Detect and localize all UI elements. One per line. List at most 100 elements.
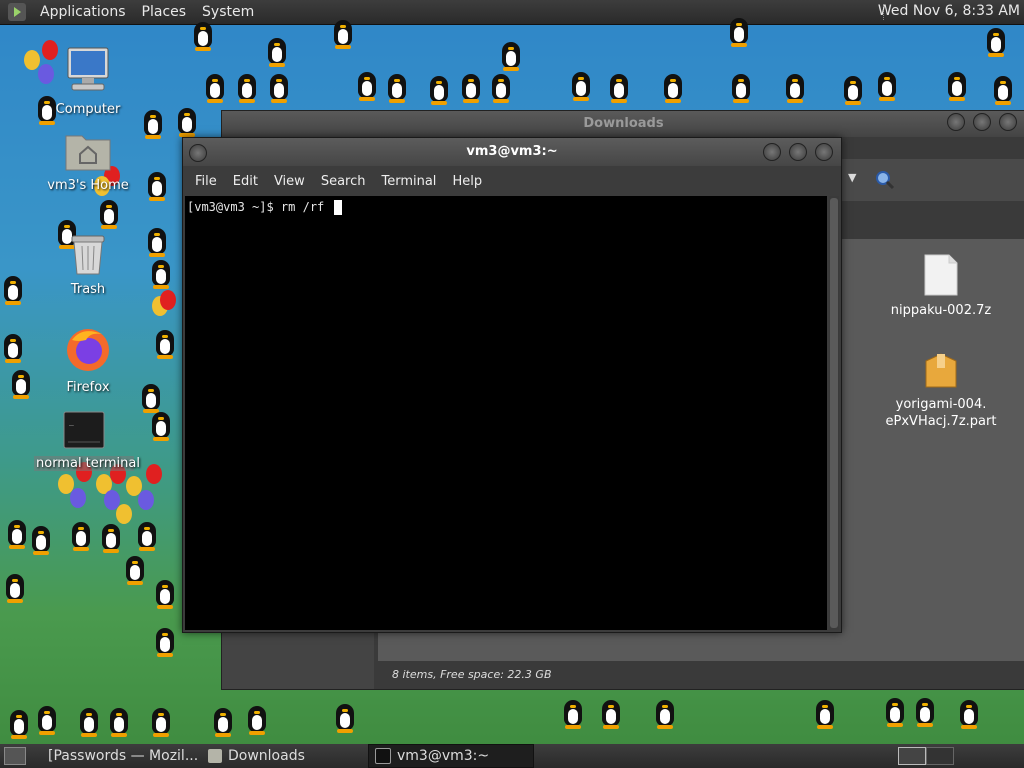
penguin-sprite bbox=[884, 698, 906, 728]
menu-terminal[interactable]: Terminal bbox=[373, 174, 444, 189]
penguin-sprite bbox=[332, 20, 354, 50]
menu-launcher-icon[interactable] bbox=[8, 3, 26, 21]
penguin-sprite bbox=[30, 526, 52, 556]
menu-view[interactable]: View bbox=[266, 174, 313, 189]
penguin-sprite bbox=[266, 38, 288, 68]
penguin-sprite bbox=[140, 384, 162, 414]
penguin-sprite bbox=[150, 260, 172, 290]
file-name: nippaku-002.7z bbox=[890, 303, 992, 318]
penguin-sprite bbox=[570, 72, 592, 102]
balloon-sprite bbox=[146, 464, 162, 484]
penguin-sprite bbox=[356, 72, 378, 102]
home-folder-icon bbox=[65, 135, 111, 171]
penguin-sprite bbox=[2, 334, 24, 364]
terminal-window[interactable]: vm3@vm3:~ File Edit View Search Terminal… bbox=[182, 137, 842, 633]
taskbar-item-firefox[interactable]: [Passwords — Mozil... bbox=[36, 745, 200, 767]
window-titlebar[interactable]: Downloads bbox=[222, 111, 1024, 137]
window-titlebar[interactable]: vm3@vm3:~ bbox=[183, 138, 841, 166]
system-menu[interactable]: System bbox=[194, 4, 262, 20]
penguin-sprite bbox=[728, 18, 750, 48]
taskbar-item-label: vm3@vm3:~ bbox=[397, 748, 490, 764]
desktop-icon-label: Firefox bbox=[66, 380, 110, 395]
penguin-sprite bbox=[730, 74, 752, 104]
penguin-sprite bbox=[6, 520, 28, 550]
penguin-sprite bbox=[70, 522, 92, 552]
terminal-prompt-line: [vm3@vm3 ~]$ rm /rf bbox=[187, 200, 332, 214]
menu-search[interactable]: Search bbox=[313, 174, 374, 189]
workspace-switcher[interactable] bbox=[926, 747, 954, 765]
desktop-icon-computer[interactable]: Computer bbox=[38, 46, 138, 117]
terminal-icon bbox=[375, 748, 391, 764]
firefox-icon bbox=[67, 329, 109, 371]
balloon-sprite bbox=[138, 490, 154, 510]
close-button[interactable] bbox=[815, 143, 833, 161]
close-button[interactable] bbox=[999, 113, 1017, 131]
penguin-sprite bbox=[268, 74, 290, 104]
applications-menu[interactable]: Applications bbox=[32, 4, 134, 20]
desktop-icon-home[interactable]: vm3's Home bbox=[38, 128, 138, 193]
package-icon bbox=[925, 353, 957, 388]
penguin-sprite bbox=[98, 200, 120, 230]
desktop-icon-label: Computer bbox=[55, 102, 121, 117]
balloon-sprite bbox=[70, 488, 86, 508]
penguin-sprite bbox=[154, 330, 176, 360]
top-panel: Applications Places System Wed Nov 6, 8:… bbox=[0, 0, 1024, 25]
scrollbar-thumb[interactable] bbox=[830, 198, 838, 628]
desktop-icon-terminal[interactable]: _ normal terminal bbox=[34, 410, 140, 471]
desktop-icon-trash[interactable]: Trash bbox=[38, 232, 138, 297]
search-icon[interactable] bbox=[874, 169, 896, 191]
penguin-sprite bbox=[876, 72, 898, 102]
file-icon bbox=[924, 254, 958, 296]
window-title: Downloads bbox=[583, 116, 664, 131]
computer-icon bbox=[67, 47, 109, 91]
penguin-sprite bbox=[490, 74, 512, 104]
penguin-sprite bbox=[500, 42, 522, 72]
menu-file[interactable]: File bbox=[187, 174, 225, 189]
penguin-sprite bbox=[108, 708, 130, 738]
desktop-icon-label: Trash bbox=[70, 282, 106, 297]
balloon-sprite bbox=[160, 290, 176, 310]
penguin-sprite bbox=[142, 110, 164, 140]
penguin-sprite bbox=[212, 708, 234, 738]
clock[interactable]: Wed Nov 6, 8:33 AM bbox=[878, 3, 1020, 19]
taskbar-item-terminal[interactable]: vm3@vm3:~ bbox=[368, 744, 534, 768]
penguin-sprite bbox=[8, 710, 30, 740]
file-name-line2: ePxVHacj.7z.part bbox=[885, 414, 997, 429]
penguin-sprite bbox=[100, 524, 122, 554]
penguin-sprite bbox=[842, 76, 864, 106]
window-menu-button[interactable] bbox=[189, 144, 207, 162]
penguin-sprite bbox=[914, 698, 936, 728]
taskbar-item-downloads[interactable]: Downloads bbox=[202, 745, 366, 767]
penguin-sprite bbox=[236, 74, 258, 104]
penguin-sprite bbox=[146, 172, 168, 202]
minimize-button[interactable] bbox=[763, 143, 781, 161]
maximize-button[interactable] bbox=[973, 113, 991, 131]
balloon-sprite bbox=[116, 504, 132, 524]
places-menu[interactable]: Places bbox=[134, 4, 195, 20]
desktop-icon-label: vm3's Home bbox=[47, 178, 129, 193]
file-item[interactable]: nippaku-002.7z bbox=[876, 253, 1006, 319]
workspace-switcher[interactable] bbox=[898, 747, 926, 765]
penguin-sprite bbox=[154, 580, 176, 610]
penguin-sprite bbox=[146, 228, 168, 258]
menu-edit[interactable]: Edit bbox=[225, 174, 266, 189]
chevron-down-icon[interactable]: ▼ bbox=[848, 171, 856, 184]
penguin-sprite bbox=[150, 412, 172, 442]
menu-help[interactable]: Help bbox=[444, 174, 490, 189]
file-item[interactable]: yorigami-004. ePxVHacj.7z.part bbox=[876, 351, 1006, 430]
svg-text:_: _ bbox=[69, 417, 74, 426]
penguin-sprite bbox=[204, 74, 226, 104]
penguin-sprite bbox=[386, 74, 408, 104]
penguin-sprite bbox=[124, 556, 146, 586]
penguin-sprite bbox=[154, 628, 176, 658]
show-desktop-icon[interactable] bbox=[4, 747, 26, 765]
text-cursor bbox=[333, 200, 342, 215]
penguin-sprite bbox=[136, 522, 158, 552]
terminal-output[interactable]: [vm3@vm3 ~]$ rm /rf bbox=[185, 196, 827, 630]
penguin-sprite bbox=[600, 700, 622, 730]
penguin-sprite bbox=[662, 74, 684, 104]
terminal-scrollbar[interactable] bbox=[829, 196, 839, 630]
minimize-button[interactable] bbox=[947, 113, 965, 131]
maximize-button[interactable] bbox=[789, 143, 807, 161]
desktop-icon-firefox[interactable]: Firefox bbox=[38, 326, 138, 395]
